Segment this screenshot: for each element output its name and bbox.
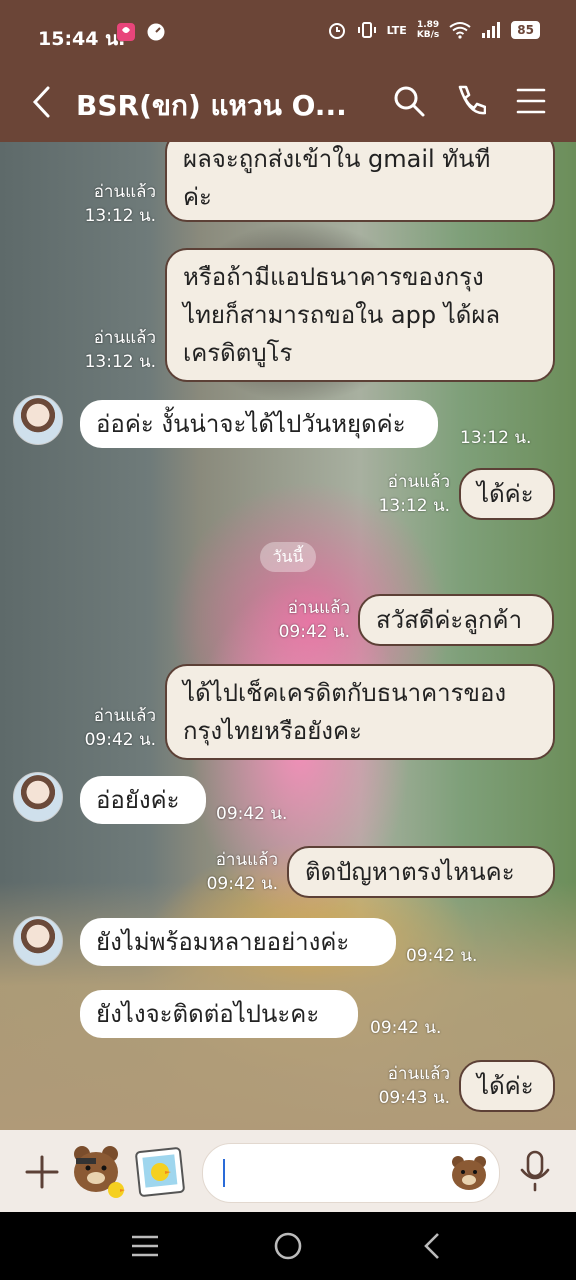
message-meta: อ่านแล้ว 13:12 น.	[80, 326, 156, 374]
message-time: 09:43 น.	[378, 1088, 450, 1108]
message-time: 09:42 น.	[370, 1018, 442, 1038]
avatar[interactable]	[13, 916, 63, 966]
message-bubble-outgoing[interactable]: ได้ค่ะ	[459, 1060, 555, 1112]
home-icon[interactable]	[272, 1230, 304, 1262]
message-time: 09:42 น.	[406, 946, 478, 966]
message-input[interactable]	[202, 1143, 500, 1203]
read-receipt: อ่านแล้ว	[287, 598, 350, 618]
read-receipt: อ่านแล้ว	[93, 182, 156, 202]
bear-emoji-icon[interactable]	[449, 1154, 489, 1192]
avatar[interactable]	[13, 772, 63, 822]
message-input-bar	[0, 1130, 576, 1212]
message-time: 13:12 น.	[460, 428, 532, 448]
message-bubble-incoming[interactable]: ยังไม่พร้อมหลายอย่างค่ะ	[80, 918, 396, 966]
message-bubble-outgoing[interactable]: ผลจะถูกส่งเข้าใน gmail ทันที ค่ะ	[165, 142, 555, 222]
message-bubble-incoming[interactable]: ยังไงจะติดต่อไปนะคะ	[80, 990, 358, 1038]
speedometer-icon	[147, 23, 165, 41]
status-bar: 15:44 น. LTE 1.89 KB/s 85	[0, 0, 576, 66]
message-bubble-outgoing[interactable]: สวัสดีค่ะลูกค้า	[358, 594, 554, 646]
message-time: 09:42 น.	[216, 804, 288, 824]
battery-level: 85	[511, 21, 540, 39]
read-receipt: อ่านแล้ว	[387, 1064, 450, 1084]
message-time: 09:42 น.	[206, 874, 278, 894]
status-right-group: LTE 1.89 KB/s 85	[327, 20, 540, 40]
message-meta: อ่านแล้ว 09:42 น.	[202, 848, 278, 896]
chat-area[interactable]: ผลจะถูกส่งเข้าใน gmail ทันที ค่ะ อ่านแล้…	[0, 142, 576, 1130]
message-time: 13:12 น.	[378, 496, 450, 516]
status-time: 15:44 น.	[38, 28, 126, 50]
read-receipt: อ่านแล้ว	[387, 472, 450, 492]
message-bubble-outgoing[interactable]: ติดปัญหาตรงไหนคะ	[287, 846, 555, 898]
back-nav-icon[interactable]	[420, 1230, 444, 1262]
read-receipt: อ่านแล้ว	[93, 328, 156, 348]
message-bubble-outgoing[interactable]: หรือถ้ามีแอปธนาคารของกรุง ไทยก็สามารถขอใ…	[165, 248, 555, 382]
read-receipt: อ่านแล้ว	[93, 706, 156, 726]
message-meta: อ่านแล้ว 09:42 น.	[80, 704, 156, 752]
brown-bear-sticker-icon[interactable]	[70, 1142, 126, 1200]
message-bubble-outgoing[interactable]: ได้ค่ะ	[459, 468, 555, 520]
alarm-icon	[328, 23, 345, 39]
message-time: 13:12 น.	[84, 206, 156, 226]
message-time: 09:42 น.	[278, 622, 350, 642]
avatar[interactable]	[13, 395, 63, 445]
vibrate-icon	[357, 22, 376, 38]
read-receipt: อ่านแล้ว	[215, 850, 278, 870]
message-meta: อ่านแล้ว 13:12 น.	[374, 470, 450, 518]
text-caret	[223, 1159, 225, 1187]
network-type: LTE	[386, 23, 407, 37]
phone-icon[interactable]	[454, 84, 486, 118]
message-meta: อ่านแล้ว 09:43 น.	[374, 1062, 450, 1110]
microphone-icon[interactable]	[518, 1150, 552, 1192]
recent-apps-icon[interactable]	[130, 1234, 160, 1258]
net-speed: 1.89 KB/s	[416, 20, 440, 40]
message-meta: อ่านแล้ว 09:42 น.	[272, 596, 350, 644]
wifi-icon	[449, 22, 471, 39]
chat-header: BSR(ขก) แหวน O...	[0, 66, 576, 142]
chevron-left-icon[interactable]	[30, 84, 52, 120]
message-bubble-incoming[interactable]: อ่อค่ะ งั้นน่าจะได้ไปวันหยุดค่ะ	[80, 400, 438, 448]
date-separator: วันนี้	[260, 542, 316, 572]
message-time: 13:12 น.	[84, 352, 156, 372]
search-icon[interactable]	[392, 84, 426, 118]
message-bubble-incoming[interactable]: อ่อยังค่ะ	[80, 776, 206, 824]
photo-album-icon[interactable]	[134, 1146, 186, 1198]
hamburger-menu-icon[interactable]	[516, 84, 546, 118]
message-time: 09:42 น.	[84, 730, 156, 750]
message-meta: อ่านแล้ว 13:12 น.	[80, 180, 156, 228]
system-nav-bar	[0, 1212, 576, 1280]
message-bubble-outgoing[interactable]: ได้ไปเช็คเครดิตกับธนาคารของ กรุงไทยหรือย…	[165, 664, 555, 760]
plus-icon[interactable]	[24, 1154, 60, 1190]
signal-icon	[482, 22, 501, 38]
chat-title[interactable]: BSR(ขก) แหวน O...	[76, 84, 356, 128]
notification-app-icon	[117, 23, 135, 41]
